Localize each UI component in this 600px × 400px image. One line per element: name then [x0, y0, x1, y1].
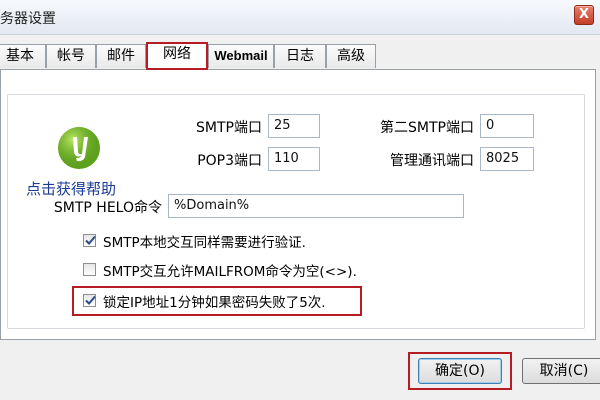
smtp-port-input[interactable]: 25: [268, 114, 320, 138]
pop3-port-label: POP3端口: [197, 153, 262, 169]
checkbox[interactable]: [83, 294, 96, 307]
second-smtp-port-input[interactable]: 0: [480, 114, 534, 138]
tab-account[interactable]: 帐号: [46, 44, 96, 68]
tab-mail[interactable]: 邮件: [96, 44, 146, 68]
pop3-port-input[interactable]: 110: [268, 147, 320, 171]
green-help-globe-icon[interactable]: [56, 125, 102, 171]
admin-port-input[interactable]: 8025: [480, 147, 534, 171]
checkbox[interactable]: [83, 234, 96, 247]
check-mark-icon: [85, 295, 96, 305]
check-mark-icon: [85, 235, 96, 245]
close-icon: X: [578, 7, 590, 22]
tab-webmail[interactable]: Webmail: [208, 44, 274, 68]
window-title: 务器设置: [0, 11, 56, 27]
title-bar[interactable]: 务器设置 X: [0, 0, 600, 35]
server-settings-dialog: 务器设置 X 基本 帐号 邮件 网络 Webmail 日志 高级 点击获得帮助 …: [0, 0, 600, 400]
checkbox-label: 锁定IP地址1分钟如果密码失败了5次.: [103, 295, 326, 311]
tab-basic[interactable]: 基本: [0, 44, 46, 68]
network-settings-group: 点击获得帮助 SMTP端口 25 POP3端口 110 第二SMTP端口 0 管…: [7, 94, 585, 329]
button-bar: 确定(O) 取消(C): [0, 340, 600, 400]
tab-log[interactable]: 日志: [274, 44, 326, 68]
admin-port-label: 管理通讯端口: [390, 153, 474, 169]
help-link[interactable]: 点击获得帮助: [26, 178, 116, 199]
second-smtp-port-label: 第二SMTP端口: [380, 120, 474, 136]
tab-strip: 基本 帐号 邮件 网络 Webmail 日志 高级: [0, 42, 600, 70]
tab-advanced[interactable]: 高级: [326, 44, 376, 68]
network-tab-panel: 点击获得帮助 SMTP端口 25 POP3端口 110 第二SMTP端口 0 管…: [0, 69, 596, 340]
helo-label: SMTP HELO命令: [53, 200, 162, 216]
checkbox[interactable]: [83, 263, 96, 276]
helo-input[interactable]: %Domain%: [168, 194, 464, 218]
tab-network[interactable]: 网络: [146, 42, 208, 70]
ok-button[interactable]: 确定(O): [418, 358, 502, 384]
checkbox-label: SMTP本地交互同样需要进行验证.: [103, 235, 306, 251]
close-button[interactable]: X: [574, 5, 594, 25]
cancel-button[interactable]: 取消(C): [522, 358, 600, 384]
smtp-port-label: SMTP端口: [196, 120, 262, 136]
checkbox-label: SMTP交互允许MAILFROM命令为空(<>).: [103, 264, 357, 280]
